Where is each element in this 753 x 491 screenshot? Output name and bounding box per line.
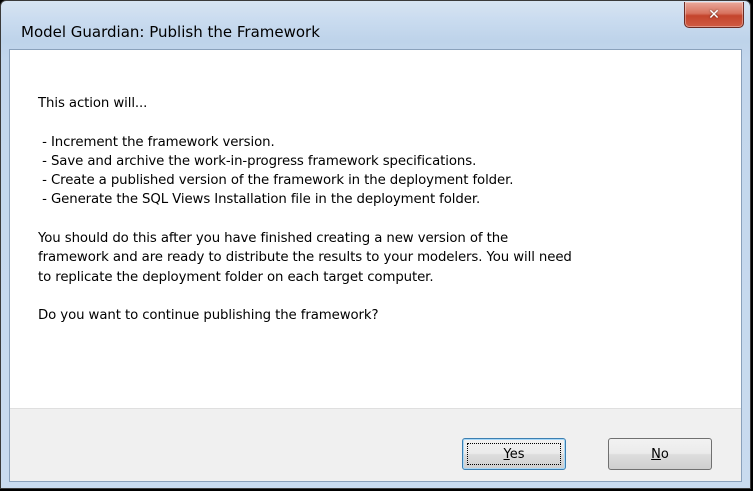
yes-label-rest: es xyxy=(509,446,525,462)
message-area: This action will... - Increment the fram… xyxy=(10,50,741,408)
window-title: Model Guardian: Publish the Framework xyxy=(21,23,320,41)
no-button[interactable]: No xyxy=(608,438,712,470)
close-button[interactable]: ✕ xyxy=(684,2,744,28)
no-label-rest: o xyxy=(660,446,669,462)
close-icon: ✕ xyxy=(708,6,720,23)
yes-button-label: Yes xyxy=(504,447,525,462)
no-button-label: No xyxy=(651,447,669,462)
message-text: This action will... - Increment the fram… xyxy=(38,96,572,324)
button-bar: Yes No xyxy=(10,408,741,481)
yes-button[interactable]: Yes xyxy=(462,438,566,470)
dialog-window: Model Guardian: Publish the Framework ✕ … xyxy=(0,0,751,489)
dialog-content: This action will... - Increment the fram… xyxy=(9,49,742,482)
no-mnemonic: N xyxy=(651,446,661,462)
